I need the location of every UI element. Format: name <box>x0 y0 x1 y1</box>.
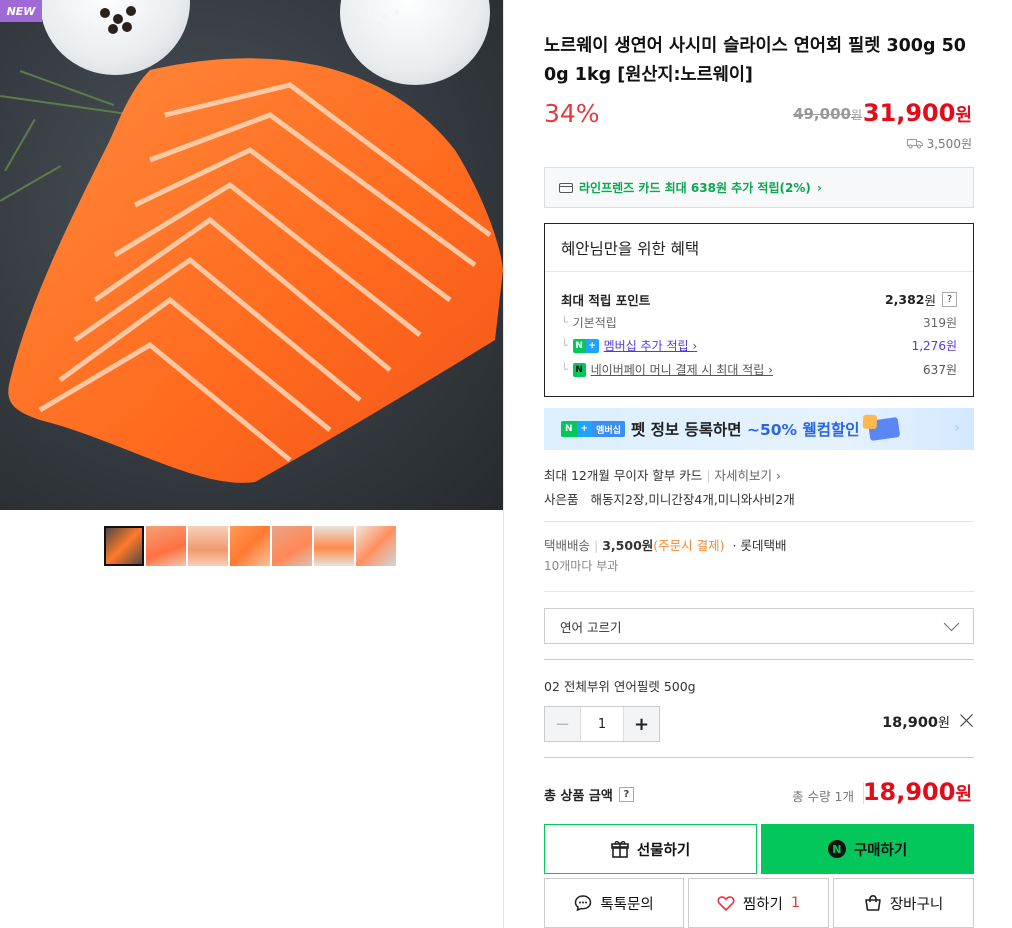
selected-option-price: 18,900원 <box>882 715 950 731</box>
salmon-fillet-illustration <box>8 58 503 483</box>
npay-points-link[interactable]: 네이버페이 머니 결제 시 최대 적립 › <box>591 361 773 378</box>
talktalk-inquiry-button[interactable]: 톡톡문의 <box>544 878 684 928</box>
membership-points-link[interactable]: 멤버십 추가 적립 › <box>604 337 698 354</box>
help-icon[interactable]: ? <box>618 787 634 802</box>
installment-info: 최대 12개월 무이자 할부 카드 | 자세히보기 › <box>544 468 782 483</box>
thumbnail-2[interactable] <box>146 526 186 566</box>
wishlist-button[interactable]: 찜하기 1 <box>688 878 829 928</box>
original-price: 49,000원 <box>793 105 862 123</box>
benefit-box: 혜안님만을 위한 혜택 최대 적립 포인트 2,382 원 ? └ 기본적립 319… <box>544 223 974 397</box>
shipping-fee: 3,500원 <box>906 135 972 152</box>
max-points-label: 최대 적립 포인트 <box>561 293 651 308</box>
banner-text: 펫 정보 등록하면 ~50% 웰컴할인 <box>630 421 860 439</box>
membership-points-row: └ N + 멤버십 추가 적립 › 1,276원 <box>561 337 957 354</box>
thumbnail-6[interactable] <box>314 526 354 566</box>
option-select[interactable]: 연어 고르기 <box>544 608 974 644</box>
divider <box>544 521 974 522</box>
gift-button[interactable]: 선물하기 <box>544 824 757 874</box>
discount-rate: 34% <box>544 99 600 128</box>
column-divider <box>503 0 504 928</box>
card-promo-banner[interactable]: 라인프렌즈 카드 최대 638원 추가 적립(2%) › <box>544 167 974 208</box>
chevron-down-icon <box>943 615 960 632</box>
tree-branch-icon: └ <box>561 339 568 352</box>
delivery-note: 10개마다 부과 <box>544 559 619 573</box>
naver-pay-icon: N <box>572 362 586 377</box>
tree-branch-icon: └ <box>561 316 568 329</box>
total-label: 총 상품 금액 ? <box>544 785 634 804</box>
gift-info: 사은품 해동지2장,미니간장4개,미니와사비2개 <box>544 492 795 507</box>
decrease-button[interactable]: − <box>545 707 581 741</box>
heart-icon <box>717 896 735 911</box>
remove-option-icon[interactable] <box>959 712 974 729</box>
quantity-stepper: − 1 + <box>544 706 660 742</box>
quantity-input[interactable]: 1 <box>581 707 623 741</box>
truck-icon <box>906 139 923 149</box>
thumbnail-3[interactable] <box>188 526 228 566</box>
max-points-row: 최대 적립 포인트 2,382 원 ? <box>561 290 957 309</box>
increase-button[interactable]: + <box>623 707 659 741</box>
benefit-title: 혜안님만을 위한 혜택 <box>545 224 973 272</box>
wish-count: 1 <box>790 895 801 911</box>
delivery-info: 택배배송 | 3,500원(주문시 결제) · 롯데택배 <box>544 538 787 553</box>
thumbnail-7[interactable] <box>356 526 396 566</box>
cart-button[interactable]: 장바구니 <box>833 878 974 928</box>
thumbnail-5[interactable] <box>272 526 312 566</box>
new-badge: NEW <box>0 0 42 22</box>
membership-pill: N + 멤버십 <box>561 421 625 437</box>
total-quantity: 총 수량 1개 <box>792 789 854 804</box>
shopping-bag-icon <box>865 894 881 911</box>
help-icon[interactable]: ? <box>942 292 957 307</box>
base-points-row: └ 기본적립 319원 <box>561 316 957 330</box>
selected-option-name: 02 전체부위 연어필렛 500g <box>544 679 696 694</box>
total-price: 18,900원 <box>862 778 972 806</box>
product-main-image[interactable]: NEW <box>0 0 503 510</box>
card-promo-text: 라인프렌즈 카드 최대 638원 추가 적립(2%) <box>579 181 811 195</box>
coupon-icon <box>868 417 901 441</box>
product-title: 노르웨이 생연어 사시미 슬라이스 연어회 필렛 300g 500g 1kg [… <box>544 36 966 85</box>
gift-icon <box>611 841 629 858</box>
chevron-right-icon: › <box>816 180 822 195</box>
naver-pay-icon: N <box>827 840 846 858</box>
credit-card-icon <box>559 182 573 193</box>
thumbnail-4[interactable] <box>230 526 270 566</box>
product-gallery: NEW <box>0 0 503 928</box>
npay-points-row: └ N 네이버페이 머니 결제 시 최대 적립 › 637원 <box>561 361 957 378</box>
chevron-right-icon: › <box>954 420 960 436</box>
tree-branch-icon: └ <box>561 363 568 376</box>
chat-bubble-icon <box>575 895 592 912</box>
pet-promo-banner[interactable]: N + 멤버십 펫 정보 등록하면 ~50% 웰컴할인 › <box>544 408 974 450</box>
thumbnail-1[interactable] <box>104 526 144 566</box>
max-points-value: 2,382 <box>884 292 925 307</box>
divider <box>544 757 974 758</box>
divider <box>544 591 974 592</box>
buy-button[interactable]: N 구매하기 <box>761 824 974 874</box>
divider <box>544 659 974 660</box>
thumbnail-strip <box>104 526 396 566</box>
sale-price: 31,900원 <box>862 99 972 127</box>
naver-plus-badge-icon: N + <box>572 338 599 353</box>
installment-detail-link[interactable]: 자세히보기 › <box>715 468 781 483</box>
